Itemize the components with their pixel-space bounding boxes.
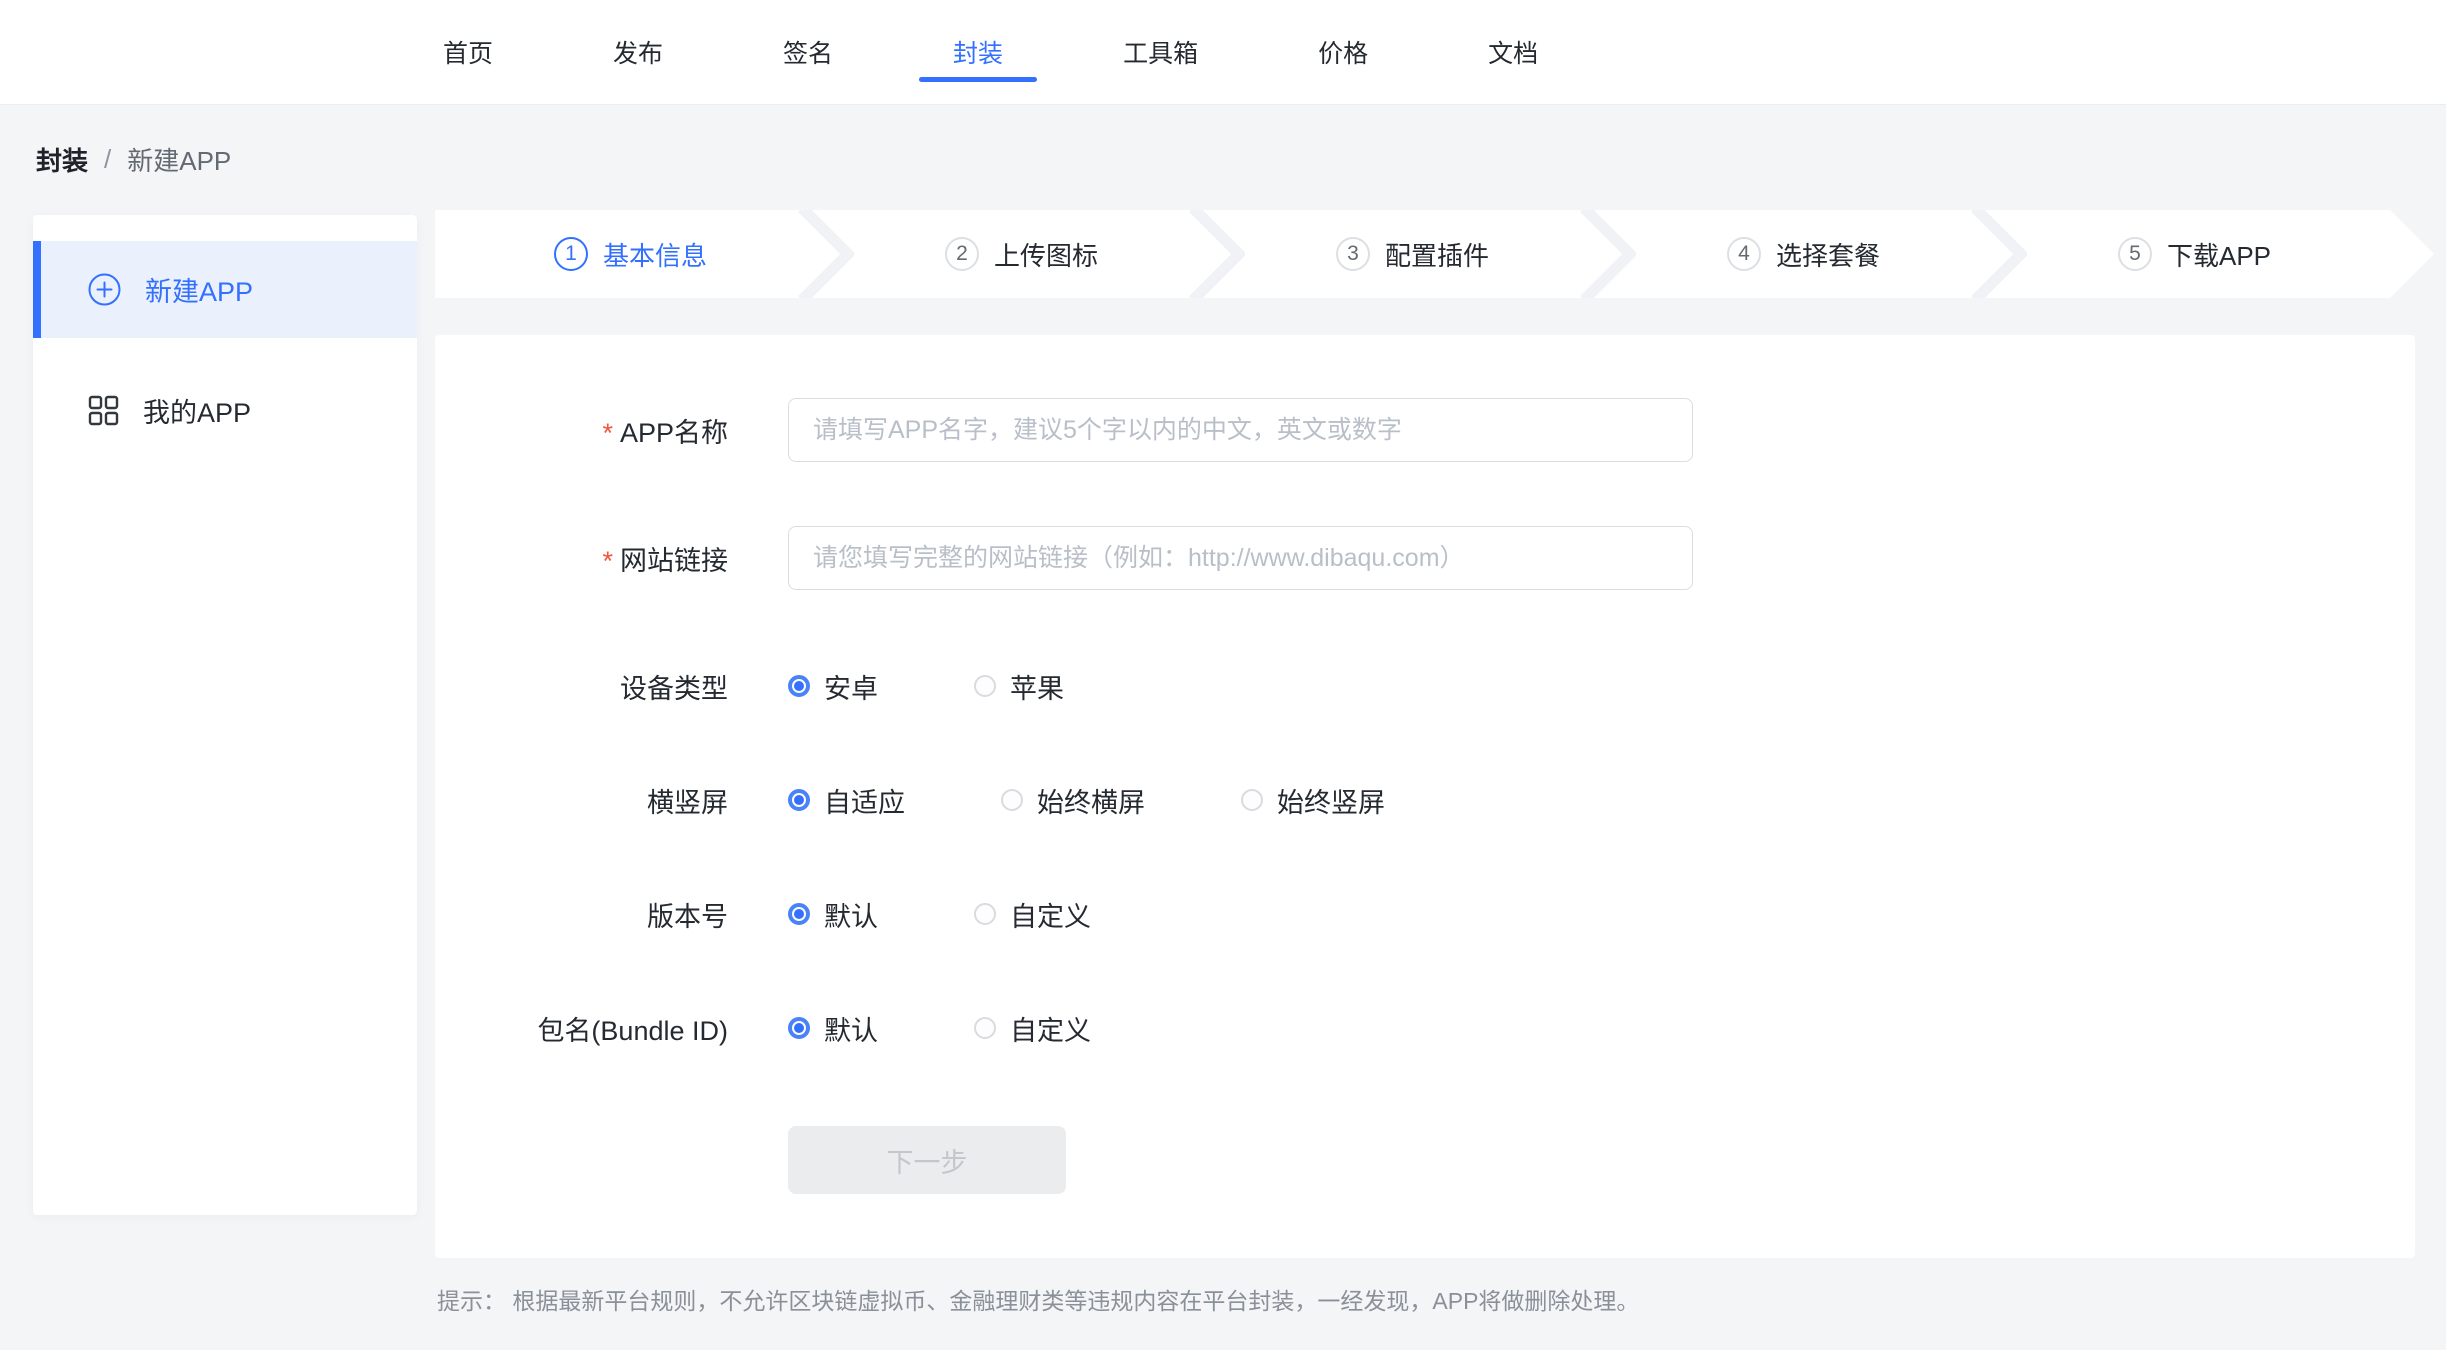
chevron-right-icon [1189, 210, 1245, 298]
nav-item-home[interactable]: 首页 [443, 0, 493, 104]
site-url-input[interactable] [788, 526, 1693, 590]
next-step-button[interactable]: 下一步 [788, 1126, 1066, 1194]
app-name-row: *APP名称 [435, 398, 2415, 462]
required-asterisk: * [602, 546, 613, 576]
site-url-label: *网站链接 [435, 539, 728, 578]
grid-icon [88, 395, 119, 426]
breadcrumb: 封装 / 新建APP [0, 105, 2446, 213]
radio-ios[interactable]: 苹果 [974, 667, 1064, 706]
nav-item-toolbox[interactable]: 工具箱 [1123, 0, 1198, 104]
site-url-row: *网站链接 [435, 526, 2415, 590]
radio-unselected-icon [974, 675, 996, 697]
radio-unselected-icon [1241, 789, 1263, 811]
breadcrumb-section[interactable]: 封装 [36, 141, 88, 178]
bundle-id-row: 包名(Bundle ID) 默认 自定义 [435, 1008, 2415, 1048]
sidebar-item-label: 新建APP [145, 270, 253, 309]
app-name-label: *APP名称 [435, 411, 728, 450]
sidebar-item-label: 我的APP [143, 391, 251, 430]
wizard-step-upload-icon: 2 上传图标 [826, 210, 1217, 298]
step-number: 5 [2118, 237, 2152, 271]
sidebar-item-new-app[interactable]: 新建APP [33, 241, 417, 338]
radio-selected-icon [788, 675, 810, 697]
nav-item-publish[interactable]: 发布 [613, 0, 663, 104]
chevron-right-icon [1971, 210, 2027, 298]
tip-text: 提示： 根据最新平台规则，不允许区块链虚拟币、金融理财类等违规内容在平台封装，一… [435, 1282, 2415, 1316]
orientation-row: 横竖屏 自适应 始终横屏 始终竖屏 [435, 780, 2415, 820]
required-asterisk: * [602, 418, 613, 448]
nav-item-docs[interactable]: 文档 [1488, 0, 1538, 104]
wizard-arrow-end [2390, 210, 2434, 298]
nav-item-signing[interactable]: 签名 [783, 0, 833, 104]
sidebar-item-my-app[interactable]: 我的APP [33, 362, 417, 459]
orientation-label: 横竖屏 [435, 781, 728, 820]
step-number: 3 [1336, 237, 1370, 271]
radio-version-default[interactable]: 默认 [788, 895, 878, 934]
nav-item-pricing[interactable]: 价格 [1318, 0, 1368, 104]
step-label: 下载APP [2167, 236, 2271, 273]
chevron-right-icon [798, 210, 854, 298]
wizard-step-select-plan: 4 选择套餐 [1608, 210, 1999, 298]
wizard-step-configure-plugins: 3 配置插件 [1217, 210, 1608, 298]
step-label: 上传图标 [994, 236, 1098, 273]
header: 首页 发布 签名 封装 工具箱 价格 文档 [0, 0, 2446, 105]
step-label: 配置插件 [1385, 236, 1489, 273]
bundle-id-label: 包名(Bundle ID) [435, 1009, 728, 1048]
chevron-right-icon [1580, 210, 1636, 298]
radio-always-portrait[interactable]: 始终竖屏 [1241, 781, 1385, 820]
radio-bundle-custom[interactable]: 自定义 [974, 1009, 1091, 1048]
radio-unselected-icon [974, 903, 996, 925]
step-number: 1 [554, 237, 588, 271]
step-label: 选择套餐 [1776, 236, 1880, 273]
breadcrumb-current: 新建APP [127, 141, 231, 178]
radio-selected-icon [788, 1017, 810, 1039]
radio-selected-icon [788, 789, 810, 811]
step-number: 4 [1727, 237, 1761, 271]
version-label: 版本号 [435, 895, 728, 934]
app-name-input[interactable] [788, 398, 1693, 462]
step-wizard: 1 基本信息 2 上传图标 3 配置插件 4 选择套餐 5 下载APP [435, 210, 2390, 298]
sidebar: 新建APP 我的APP [33, 215, 417, 1215]
radio-version-custom[interactable]: 自定义 [974, 895, 1091, 934]
device-type-label: 设备类型 [435, 667, 728, 706]
top-nav: 首页 发布 签名 封装 工具箱 价格 文档 [0, 0, 2446, 104]
main-content: 1 基本信息 2 上传图标 3 配置插件 4 选择套餐 5 下载APP *APP… [435, 210, 2415, 1316]
plus-circle-icon [88, 273, 121, 306]
radio-adaptive[interactable]: 自适应 [788, 781, 905, 820]
wizard-step-download-app: 5 下载APP [1999, 210, 2390, 298]
radio-android[interactable]: 安卓 [788, 667, 878, 706]
radio-unselected-icon [974, 1017, 996, 1039]
step-label: 基本信息 [603, 236, 707, 273]
breadcrumb-separator: / [104, 144, 111, 175]
radio-always-landscape[interactable]: 始终横屏 [1001, 781, 1145, 820]
radio-bundle-default[interactable]: 默认 [788, 1009, 878, 1048]
radio-selected-icon [788, 903, 810, 925]
radio-unselected-icon [1001, 789, 1023, 811]
nav-item-packaging[interactable]: 封装 [953, 0, 1003, 104]
step-number: 2 [945, 237, 979, 271]
device-type-row: 设备类型 安卓 苹果 [435, 666, 2415, 706]
basic-info-form: *APP名称 *网站链接 设备类型 安卓 苹果 横竖屏 自适应 [435, 335, 2415, 1258]
version-row: 版本号 默认 自定义 [435, 894, 2415, 934]
wizard-step-basic-info: 1 基本信息 [435, 210, 826, 298]
